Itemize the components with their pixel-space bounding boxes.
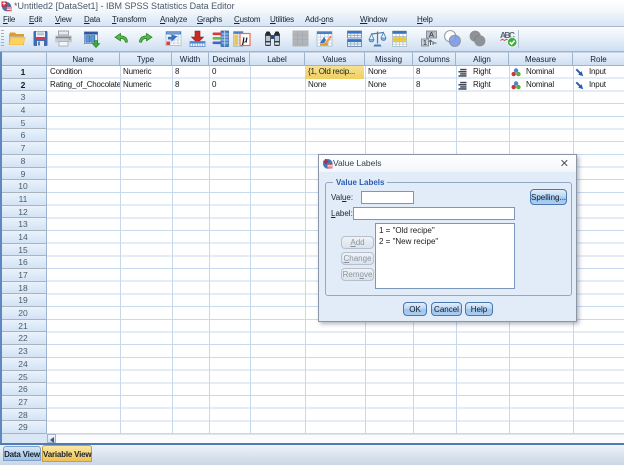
- svg-text:μ: μ: [241, 35, 248, 46]
- svg-text:A: A: [428, 30, 434, 39]
- svg-text:1: 1: [423, 40, 427, 47]
